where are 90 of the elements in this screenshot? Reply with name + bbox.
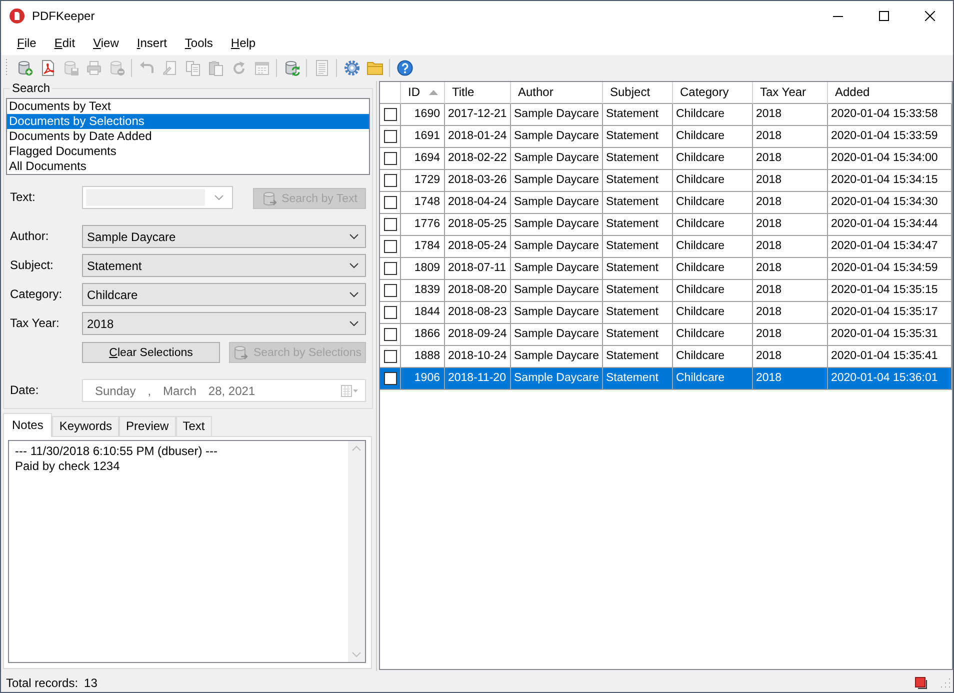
list-item[interactable]: All Documents <box>7 159 369 174</box>
tab[interactable]: Preview <box>119 416 176 436</box>
table-row[interactable]: 1906 2018-11-20 Sample Daycare Statement Childcare 2018 2020-01-04 15:36:01 <box>380 368 952 390</box>
checkbox[interactable] <box>384 174 396 187</box>
checkbox[interactable] <box>384 372 396 385</box>
toolbar-grip-icon[interactable] <box>5 59 8 77</box>
caret-icon[interactable] <box>349 262 359 268</box>
tab[interactable]: Notes <box>3 413 52 437</box>
menu-item[interactable]: View <box>84 33 128 53</box>
dropdown[interactable]: Childcare <box>82 283 366 306</box>
table-row[interactable]: 1888 2018-10-24 Sample Daycare Statement Childcare 2018 2020-01-04 15:35:41 <box>380 346 952 368</box>
field-label: Tax Year: <box>9 315 60 330</box>
field-label: Subject: <box>9 257 54 272</box>
caret-icon[interactable] <box>349 292 359 298</box>
table-row[interactable]: 1729 2018-03-26 Sample Daycare Statement Childcare 2018 2020-01-04 15:34:15 <box>380 170 952 192</box>
list-item[interactable]: Flagged Documents <box>7 144 369 159</box>
checkbox[interactable] <box>384 262 396 275</box>
menu-item[interactable]: Help <box>222 33 265 53</box>
table-row[interactable]: 1690 2017-12-21 Sample Daycare Statement Childcare 2018 2020-01-04 15:33:58 <box>380 104 952 126</box>
maximize-icon[interactable] <box>879 11 889 21</box>
help-icon[interactable] <box>396 60 412 76</box>
record-count: 13 <box>84 676 98 690</box>
caret-icon[interactable] <box>349 320 359 326</box>
checkbox[interactable] <box>384 240 396 253</box>
checkbox[interactable] <box>384 284 396 297</box>
menu-item[interactable]: Insert <box>128 33 176 53</box>
checkbox[interactable] <box>384 328 396 341</box>
column-header[interactable]: Category <box>673 82 753 104</box>
resize-grip-icon[interactable] <box>939 676 951 688</box>
column-header[interactable]: Subject <box>603 82 673 104</box>
list-item[interactable]: Documents by Date Added <box>7 129 369 144</box>
database-refresh-icon[interactable] <box>284 60 300 76</box>
column-header[interactable]: ID <box>401 82 445 104</box>
checkbox[interactable] <box>384 350 396 363</box>
list-item[interactable]: Documents by Selections <box>7 114 369 129</box>
table-cell: Sample Daycare <box>511 368 603 390</box>
column-header[interactable]: Tax Year <box>753 82 828 104</box>
column-header[interactable]: Author <box>511 82 603 104</box>
caret-icon[interactable] <box>349 234 359 240</box>
database-arrow-icon <box>262 190 278 206</box>
field-label: Text: <box>9 189 36 204</box>
sort-arrow-icon <box>429 90 438 95</box>
checkbox[interactable] <box>384 152 396 165</box>
table-row[interactable]: 1809 2018-07-11 Sample Daycare Statement Childcare 2018 2020-01-04 15:34:59 <box>380 258 952 280</box>
column-header[interactable]: Title <box>445 82 511 104</box>
field-label: Date: <box>9 382 40 397</box>
table-cell: 2020-01-04 15:36:01 <box>828 368 952 390</box>
table-row[interactable]: 1748 2018-04-24 Sample Daycare Statement Childcare 2018 2020-01-04 15:34:30 <box>380 192 952 214</box>
database-arrow-icon <box>233 344 250 360</box>
app-icon <box>9 8 25 24</box>
checkbox[interactable] <box>384 306 396 319</box>
checkbox[interactable] <box>384 130 396 143</box>
tab[interactable]: Keywords <box>52 416 120 436</box>
clear-button[interactable]: Clear Selections <box>82 342 220 363</box>
table-row[interactable]: 1839 2018-08-20 Sample Daycare Statement Childcare 2018 2020-01-04 15:35:15 <box>380 280 952 302</box>
field-label: Author: <box>9 228 50 243</box>
table-cell: Childcare <box>673 368 753 390</box>
menu-item[interactable]: File <box>8 33 46 53</box>
field-label: Category: <box>9 286 64 301</box>
table-cell: Statement <box>603 368 673 390</box>
menu-item[interactable]: Edit <box>45 33 84 53</box>
flag-icon <box>915 676 927 688</box>
table-row[interactable]: 1694 2018-02-22 Sample Daycare Statement Childcare 2018 2020-01-04 15:34:00 <box>380 148 952 170</box>
table-row[interactable]: 1784 2018-05-24 Sample Daycare Statement Childcare 2018 2020-01-04 15:34:47 <box>380 236 952 258</box>
tab[interactable]: Text <box>176 416 212 436</box>
table-cell: 2018-11-20 <box>445 368 511 390</box>
menu-item[interactable]: Tools <box>176 33 222 53</box>
group-title: Search <box>11 82 52 95</box>
status-label: Total records: <box>6 676 78 690</box>
notes-text-area[interactable]: --- 11/30/2018 6:10:55 PM (dbuser) --- Paid by check 1234 <box>8 440 366 663</box>
table-row[interactable]: 1866 2018-09-24 Sample Daycare Statement Childcare 2018 2020-01-04 15:35:31 <box>380 324 952 346</box>
settings-icon[interactable] <box>344 60 360 76</box>
window-title: PDFKeeper <box>32 9 95 23</box>
table-row[interactable]: 1776 2018-05-25 Sample Daycare Statement Childcare 2018 2020-01-04 15:34:44 <box>380 214 952 236</box>
checkbox[interactable] <box>384 196 396 209</box>
pdf-file-icon[interactable] <box>40 60 56 76</box>
dropdown[interactable]: Sample Daycare <box>82 225 366 248</box>
checkbox[interactable] <box>384 218 396 231</box>
table-cell: 1906 <box>401 368 445 390</box>
database-plus-icon[interactable] <box>16 60 32 76</box>
checkbox[interactable] <box>384 108 396 121</box>
dropdown[interactable]: Statement <box>82 254 366 277</box>
table-cell: 2018 <box>753 368 828 390</box>
column-header[interactable]: Added <box>828 82 952 104</box>
text-search-field[interactable] <box>82 186 233 209</box>
table-row[interactable]: 1844 2018-08-23 Sample Daycare Statement Childcare 2018 2020-01-04 15:35:17 <box>380 302 952 324</box>
table-row[interactable]: 1691 2018-01-24 Sample Daycare Statement Childcare 2018 2020-01-04 15:33:59 <box>380 126 952 148</box>
close-icon[interactable] <box>925 11 935 21</box>
dropdown[interactable]: 2018 <box>82 312 366 335</box>
list-item[interactable]: Documents by Text <box>7 99 369 114</box>
